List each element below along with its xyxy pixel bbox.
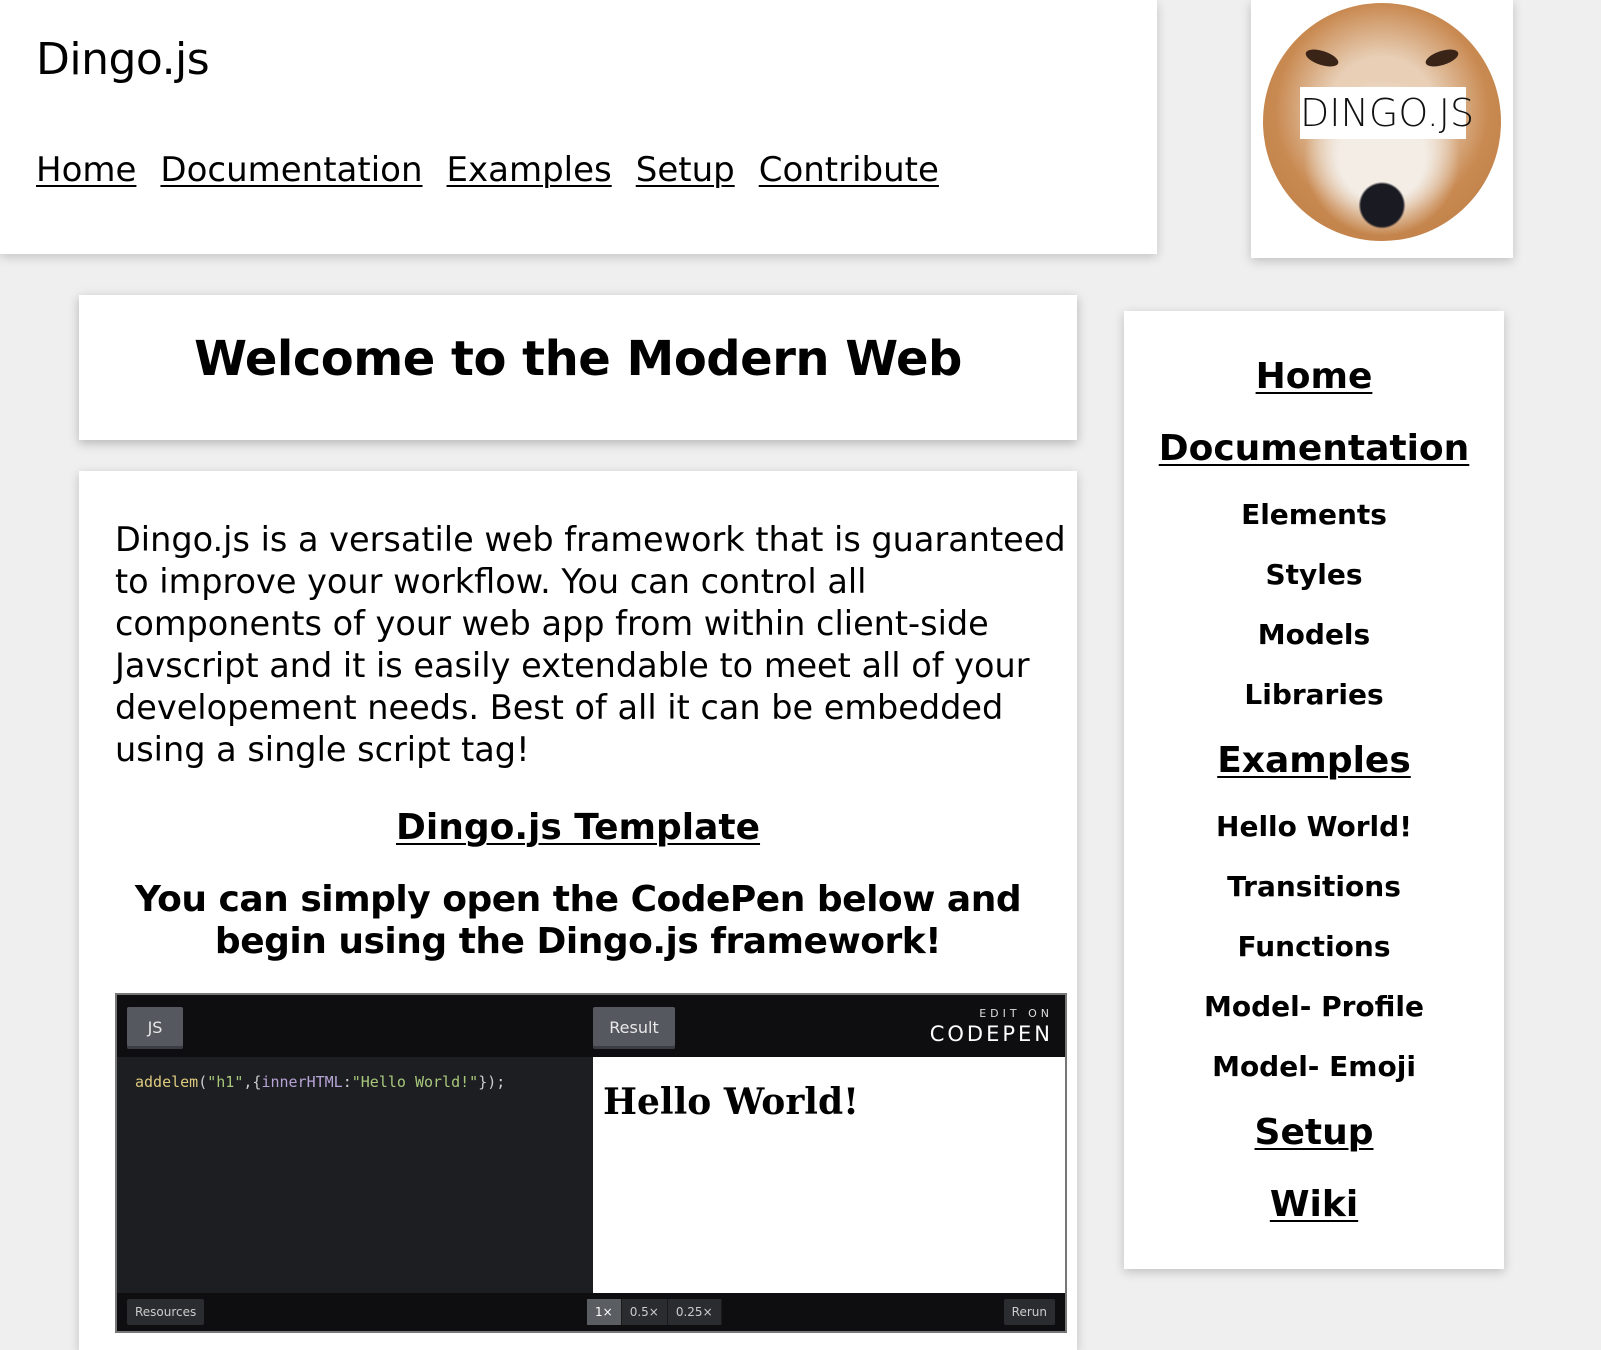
zoom-controls: 1× 0.5× 0.25× xyxy=(587,1299,722,1325)
sidebar-item-styles[interactable]: Styles xyxy=(1124,545,1504,605)
codepen-brand: CODEPEN xyxy=(929,1022,1053,1046)
nav-contribute-link[interactable]: Contribute xyxy=(759,150,939,190)
template-link-wrapper: Dingo.js Template xyxy=(79,807,1077,848)
codepen-heading: You can simply open the CodePen below an… xyxy=(134,879,1022,962)
nav-examples-link[interactable]: Examples xyxy=(447,150,612,190)
sidebar-item-libraries[interactable]: Libraries xyxy=(1124,665,1504,725)
sidebar-link-home[interactable]: Home xyxy=(1256,356,1373,397)
sidebar-item-wiki: Wiki xyxy=(1124,1169,1504,1241)
code-close: }); xyxy=(478,1073,506,1091)
code-separator: ,{ xyxy=(243,1073,262,1091)
sidebar-link-documentation[interactable]: Documentation xyxy=(1159,428,1470,469)
sidebar-link-examples[interactable]: Examples xyxy=(1217,740,1411,781)
template-link[interactable]: Dingo.js Template xyxy=(396,807,760,848)
sidebar-item-documentation: Documentation xyxy=(1124,413,1504,485)
edit-on-label: EDIT ON xyxy=(979,1007,1053,1020)
codepen-bottombar: Resources 1× 0.5× 0.25× Rerun xyxy=(117,1293,1065,1331)
welcome-title: Welcome to the Modern Web xyxy=(194,331,962,387)
top-header: Dingo.js Home Documentation Examples Set… xyxy=(0,0,1157,254)
sidebar-link-setup[interactable]: Setup xyxy=(1255,1112,1374,1153)
code-editor[interactable]: addelem("h1",{innerHTML:"Hello World!"})… xyxy=(117,1057,593,1293)
top-nav: Home Documentation Examples Setup Contri… xyxy=(36,150,939,190)
dingo-logo[interactable]: DINGO.JS xyxy=(1263,3,1501,241)
code-colon: : xyxy=(342,1073,352,1091)
logo-text: DINGO.JS xyxy=(1300,87,1474,139)
sidebar-item-functions[interactable]: Functions xyxy=(1124,917,1504,977)
sidebar-item-model-emoji[interactable]: Model- Emoji xyxy=(1124,1037,1504,1097)
sidebar-item-models[interactable]: Models xyxy=(1124,605,1504,665)
site-title: Dingo.js xyxy=(36,34,210,85)
zoom-0-25x-button[interactable]: 0.25× xyxy=(667,1299,722,1325)
logo-card: DINGO.JS xyxy=(1251,0,1513,258)
zoom-1x-button[interactable]: 1× xyxy=(587,1299,622,1325)
sidebar-item-transitions[interactable]: Transitions xyxy=(1124,857,1504,917)
result-heading: Hello World! xyxy=(603,1081,859,1123)
codepen-embed: JS Result EDIT ON CODEPEN addelem("h1",{… xyxy=(115,993,1067,1333)
code-key: innerHTML xyxy=(261,1073,343,1091)
sidebar-item-hello-world[interactable]: Hello World! xyxy=(1124,797,1504,857)
nav-setup-link[interactable]: Setup xyxy=(636,150,735,190)
sidebar-item-examples: Examples xyxy=(1124,725,1504,797)
sidebar-link-wiki[interactable]: Wiki xyxy=(1270,1184,1358,1225)
resources-button[interactable]: Resources xyxy=(127,1299,205,1325)
zoom-0-5x-button[interactable]: 0.5× xyxy=(621,1299,668,1325)
sidebar-list: Home Documentation Elements Styles Model… xyxy=(1124,341,1504,1241)
code-function: addelem xyxy=(135,1073,199,1091)
logo-right-eye xyxy=(1423,46,1461,70)
code-string-tag: "h1" xyxy=(207,1073,244,1091)
code-string-value: "Hello World!" xyxy=(351,1073,479,1091)
result-tab[interactable]: Result xyxy=(593,1007,675,1049)
edit-on-codepen-link[interactable]: EDIT ON CODEPEN xyxy=(930,1007,1053,1046)
codepen-topbar: JS Result EDIT ON CODEPEN xyxy=(117,995,1065,1057)
nav-home-link[interactable]: Home xyxy=(36,150,136,190)
nav-documentation-link[interactable]: Documentation xyxy=(160,150,422,190)
sidebar-item-home: Home xyxy=(1124,341,1504,413)
sidebar-item-elements[interactable]: Elements xyxy=(1124,485,1504,545)
welcome-card: Welcome to the Modern Web xyxy=(79,295,1077,440)
intro-paragraph: Dingo.js is a versatile web framework th… xyxy=(115,520,1066,769)
sidebar: Home Documentation Elements Styles Model… xyxy=(1124,311,1504,1269)
result-pane: Hello World! xyxy=(593,1057,1065,1293)
js-tab[interactable]: JS xyxy=(127,1007,183,1049)
logo-left-eye xyxy=(1303,46,1341,70)
code-paren: ( xyxy=(198,1073,208,1091)
sidebar-item-model-profile[interactable]: Model- Profile xyxy=(1124,977,1504,1037)
content-card: Dingo.js is a versatile web framework th… xyxy=(79,471,1077,1350)
rerun-button[interactable]: Rerun xyxy=(1003,1299,1055,1325)
code-line: addelem("h1",{innerHTML:"Hello World!"})… xyxy=(135,1073,505,1091)
sidebar-item-setup: Setup xyxy=(1124,1097,1504,1169)
